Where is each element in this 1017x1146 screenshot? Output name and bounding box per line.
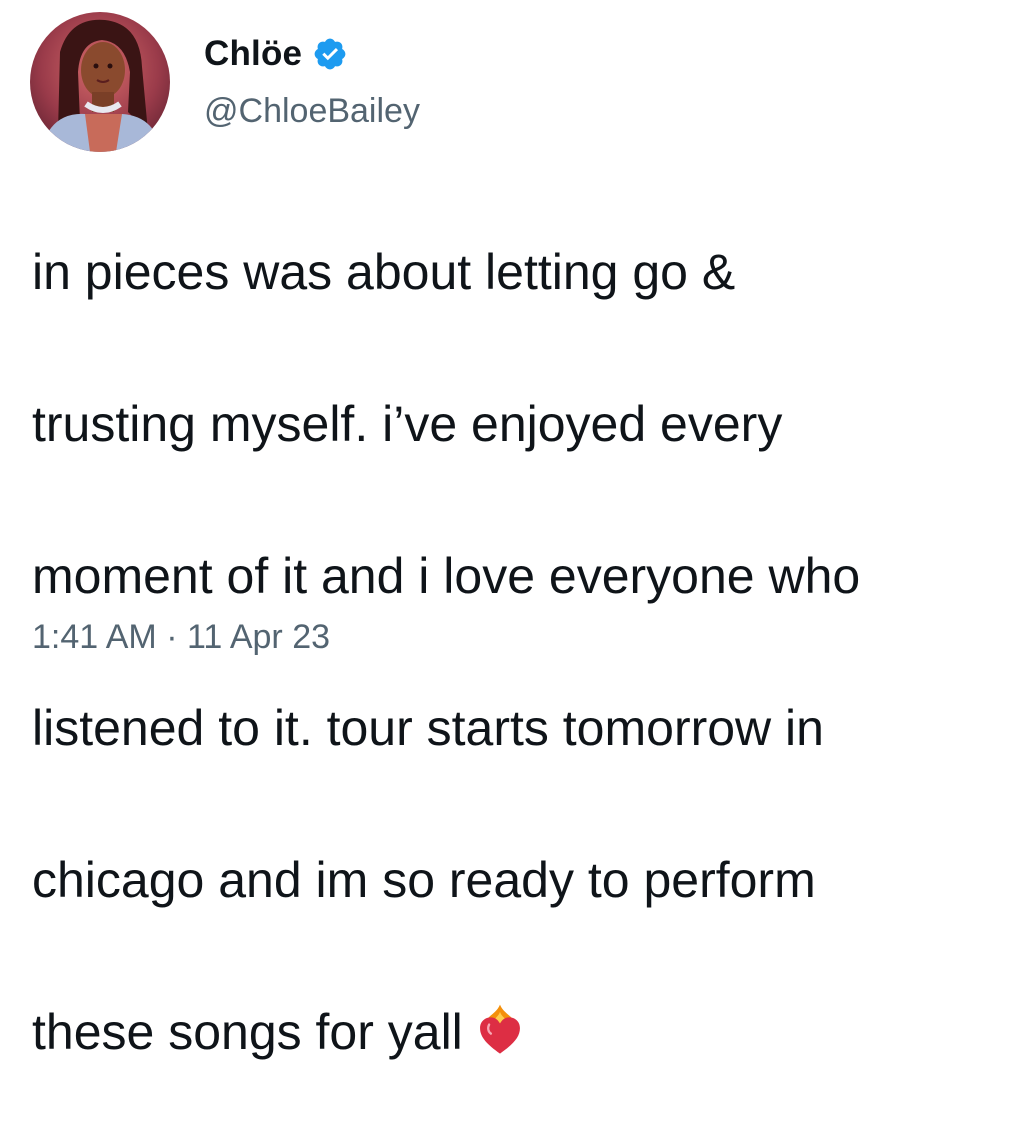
- tweet-line: in pieces was about letting go &: [32, 244, 736, 300]
- tweet-line: trusting myself. i’ve enjoyed every: [32, 396, 783, 452]
- tweet-time: 1:41 AM: [32, 618, 157, 656]
- tweet-card: Chlöe @ChloeBailey in pieces was about l…: [0, 0, 1017, 1060]
- tweet-line: chicago and im so ready to perform: [32, 852, 816, 908]
- tweet-line: moment of it and i love everyone who: [32, 548, 861, 604]
- timestamp[interactable]: 1:41 AM · 11 Apr 23: [32, 618, 330, 657]
- tweet-line-last: these songs for yall: [32, 994, 1012, 1070]
- verified-badge-icon: [312, 36, 348, 72]
- avatar-image: [30, 12, 170, 152]
- display-name[interactable]: Chlöe: [204, 34, 302, 74]
- author-name-row: Chlöe: [204, 30, 348, 78]
- meta-separator: ·: [166, 618, 178, 656]
- tweet-date: 11 Apr 23: [186, 618, 331, 656]
- avatar[interactable]: [30, 12, 170, 152]
- heart-on-fire-icon: [471, 1001, 529, 1059]
- handle[interactable]: @ChloeBailey: [204, 92, 420, 131]
- tweet-line: these songs for yall: [32, 1004, 463, 1060]
- tweet-line: listened to it. tour starts tomorrow in: [32, 700, 824, 756]
